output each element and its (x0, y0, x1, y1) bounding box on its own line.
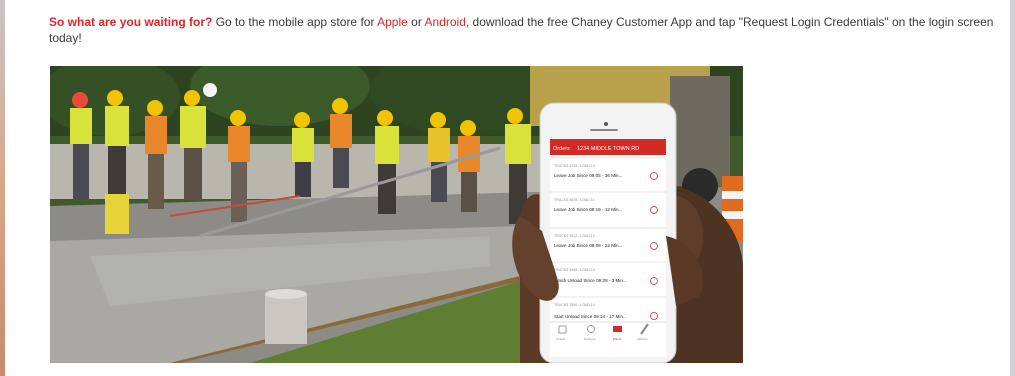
phone-header-tab: Orders (553, 146, 570, 152)
truck-tab-icon (613, 326, 622, 332)
order-status: Finish Unload Since 09:28 - 3 Min... (554, 278, 627, 283)
page-content: So what are you waiting for? Go to the m… (5, 0, 1010, 376)
order-sub: TRUCKS 3456 - LOAD 13 (554, 268, 595, 272)
right-edge-strip (1010, 0, 1015, 376)
phone-tab-label: Settings (637, 337, 648, 341)
android-store-link[interactable]: Android (425, 15, 466, 29)
order-sub: TRUCKS 9012 - LOAD 12 (554, 234, 595, 238)
hero-photo: Orders 1234 MIDDLE TOWN RD TRUCKS 1234 -… (50, 66, 743, 363)
promo-paragraph: So what are you waiting for? Go to the m… (49, 14, 999, 46)
order-status: Leave Job Since 09:09 - 22 Min... (554, 243, 622, 248)
order-status: Start Unload Since 09:14 - 17 Min... (554, 314, 627, 319)
phone-tab-label: Products (584, 337, 596, 341)
phone-tab-label: Orders (556, 337, 566, 341)
order-sub: TRUCKS 1234 - LOAD 10 (554, 164, 595, 168)
phone-tab-label: Plants (613, 337, 622, 341)
promo-text-2: or (407, 15, 425, 29)
phone-header-title: 1234 MIDDLE TOWN RD (577, 146, 639, 152)
promo-text-1: Go to the mobile app store for (212, 15, 378, 29)
order-sub: TRUCKS 7890 - LOAD 14 (554, 303, 595, 307)
apple-store-link[interactable]: Apple (377, 15, 408, 29)
order-status: Leave Job Since 09:19 - 12 Min... (554, 207, 622, 212)
order-status: Leave Job Since 09:05 - 36 Min... (554, 173, 622, 178)
promo-lead: So what are you waiting for? (49, 15, 213, 29)
order-sub: TRUCKS 5678 - LOAD 11 (554, 198, 594, 202)
phone-mockup: Orders 1234 MIDDLE TOWN RD TRUCKS 1234 -… (539, 102, 677, 363)
